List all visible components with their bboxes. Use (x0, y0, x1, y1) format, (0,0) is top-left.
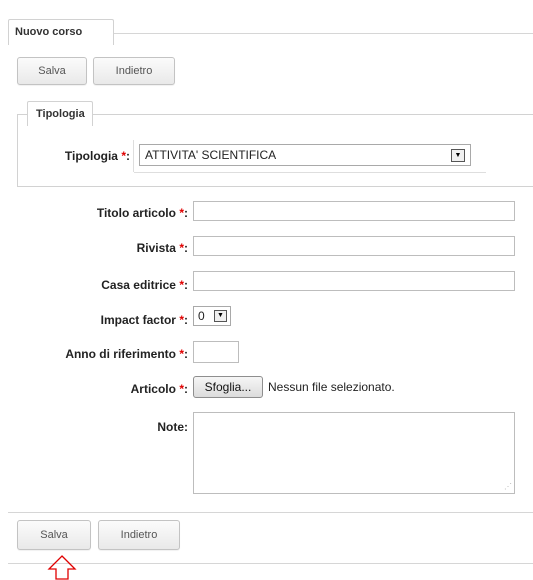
titolo-articolo-label: Titolo articolo *: (96, 206, 188, 220)
note-label: Note: (157, 420, 188, 434)
arrow-cursor-icon (47, 555, 77, 580)
casa-editrice-input[interactable] (193, 271, 515, 291)
browse-file-button[interactable]: Sfoglia... (193, 376, 263, 398)
tipologia-legend: Tipologia (27, 101, 93, 126)
casa-editrice-label: Casa editrice *: (101, 278, 188, 292)
tipologia-selected-value: ATTIVITA' SCIENTIFICA (145, 148, 277, 162)
impact-factor-value: 0 (198, 309, 205, 323)
impact-factor-select[interactable]: 0 ▼ (193, 306, 231, 326)
rivista-label: Rivista *: (136, 241, 188, 255)
header-tab: Nuovo corso (8, 19, 114, 45)
dropdown-arrow-icon[interactable]: ▼ (214, 310, 227, 322)
titolo-articolo-input[interactable] (193, 201, 515, 221)
page-title: Nuovo corso (15, 26, 83, 38)
note-textarea[interactable]: ⋰ (193, 412, 515, 494)
tipologia-label: Tipologia *: (64, 149, 130, 163)
tipologia-fieldset-topline (17, 114, 533, 115)
anno-riferimento-input[interactable] (193, 341, 239, 363)
bottom-divider (8, 512, 533, 513)
impact-factor-label: Impact factor *: (100, 313, 188, 327)
no-file-selected-text: Nessun file selezionato. (268, 380, 395, 394)
save-button-top[interactable]: Salva (17, 57, 87, 85)
tipologia-legend-text: Tipologia (36, 108, 85, 120)
rivista-input[interactable] (193, 236, 515, 256)
save-button-bottom[interactable]: Salva (17, 520, 91, 550)
bottom-divider-2 (8, 563, 533, 564)
resize-grip-icon[interactable]: ⋰ (504, 483, 512, 491)
back-button-bottom[interactable]: Indietro (98, 520, 180, 550)
tipologia-row-divider (134, 172, 486, 173)
anno-riferimento-label: Anno di riferimento *: (65, 347, 188, 361)
back-button-top[interactable]: Indietro (93, 57, 175, 85)
articolo-label: Articolo *: (130, 382, 188, 396)
tipologia-column-divider (133, 140, 134, 172)
dropdown-arrow-icon[interactable]: ▼ (451, 149, 465, 162)
tipologia-select[interactable]: ATTIVITA' SCIENTIFICA ▼ (139, 144, 471, 166)
